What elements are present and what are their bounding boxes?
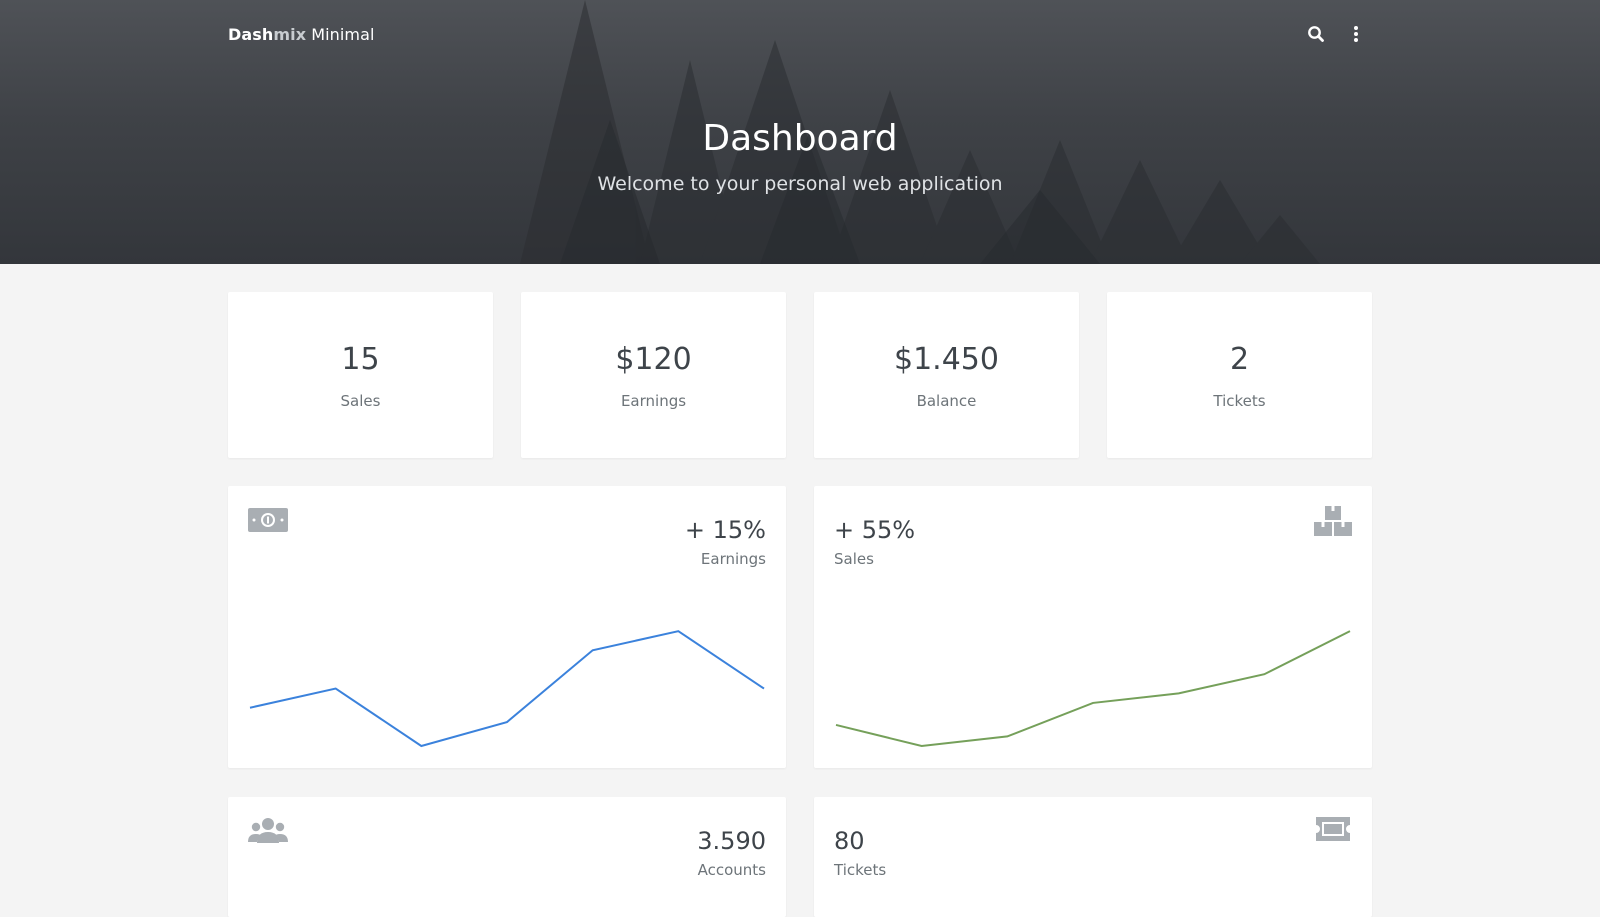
page-subtitle: Welcome to your personal web application (597, 173, 1003, 195)
earnings-data-point-5[interactable] (672, 625, 684, 637)
sales-series-line (835, 630, 1351, 748)
tickets-value: 80 (834, 827, 865, 855)
stat-card-balance[interactable]: $1.450 Balance (814, 292, 1079, 458)
brand-part-minimal: Minimal (311, 25, 375, 44)
accounts-value: 3.590 (697, 827, 766, 855)
sales-data-point-1[interactable] (916, 740, 928, 752)
stat-card-earnings[interactable]: $120 Earnings (521, 292, 786, 458)
sales-line-chart (830, 625, 1356, 752)
brand-part-mix: mix (273, 25, 307, 44)
earnings-data-point-6[interactable] (758, 683, 770, 695)
stat-value: $120 (615, 342, 692, 377)
earnings-chart-card: + 15% Earnings (228, 486, 786, 768)
stat-card-tickets[interactable]: 2 Tickets (1107, 292, 1372, 458)
accounts-card[interactable]: 3.590 Accounts (228, 797, 786, 917)
stat-value: $1.450 (894, 342, 999, 377)
earnings-data-point-2[interactable] (415, 740, 427, 752)
brand-part-dash: Dash (228, 25, 274, 44)
tickets-card[interactable]: 80 Tickets (814, 797, 1372, 917)
top-navbar: Dashmix Minimal (228, 22, 1358, 46)
earnings-data-point-1[interactable] (330, 683, 342, 695)
sales-data-point-4[interactable] (1173, 687, 1185, 699)
sales-data-point-0[interactable] (830, 719, 842, 731)
earnings-data-point-4[interactable] (587, 644, 599, 656)
ticket-icon (1314, 815, 1352, 847)
stat-value: 15 (341, 342, 380, 377)
stat-label: Tickets (1213, 392, 1266, 410)
hero-header: Dashmix Minimal Dashboard Welcome to your… (0, 0, 1600, 264)
earnings-series-line (249, 630, 765, 748)
sales-data-point-6[interactable] (1344, 625, 1356, 637)
stat-card-sales[interactable]: 15 Sales (228, 292, 493, 458)
stat-value: 2 (1229, 342, 1250, 377)
tickets-label: Tickets (834, 861, 887, 879)
stat-label: Earnings (620, 392, 687, 410)
page-title: Dashboard (702, 118, 898, 159)
earnings-data-point-0[interactable] (244, 702, 256, 714)
accounts-label: Accounts (697, 861, 766, 879)
sales-data-point-5[interactable] (1258, 668, 1270, 680)
sales-data-point-3[interactable] (1087, 697, 1099, 709)
brand-logo[interactable]: Dashmix Minimal (228, 25, 375, 44)
search-icon[interactable] (1306, 24, 1326, 44)
users-icon (248, 815, 288, 851)
sales-chart-card: + 55% Sales (814, 486, 1372, 768)
earnings-data-point-3[interactable] (501, 716, 513, 728)
stat-label: Balance (916, 392, 977, 410)
earnings-line-chart (244, 625, 770, 752)
stat-label: Sales (340, 392, 381, 410)
more-vertical-icon[interactable] (1346, 24, 1366, 44)
sales-data-point-2[interactable] (1001, 730, 1013, 742)
